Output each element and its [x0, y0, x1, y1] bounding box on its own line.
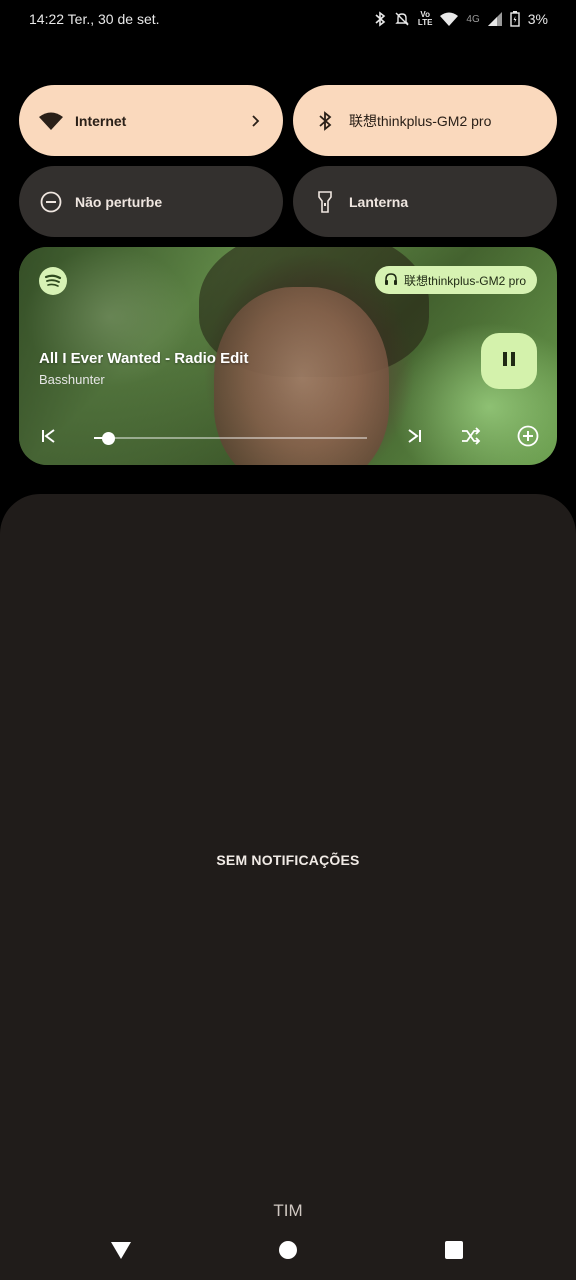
- seek-bar[interactable]: [101, 437, 367, 439]
- shuffle-icon: [461, 426, 481, 450]
- silent-bell-icon: [394, 11, 410, 27]
- wifi-icon: [39, 109, 63, 133]
- tile-flashlight-label: Lanterna: [349, 193, 409, 210]
- shuffle-button[interactable]: [459, 426, 483, 450]
- media-player-card[interactable]: 联想thinkplus-GM2 pro All I Ever Wanted - …: [19, 247, 557, 465]
- back-icon: [110, 1240, 132, 1265]
- carrier-label: TIM: [273, 1201, 303, 1220]
- wifi-icon: [440, 12, 459, 26]
- volte-bottom-label: LTE: [417, 18, 433, 27]
- next-button[interactable]: [403, 426, 427, 450]
- home-icon: [278, 1240, 298, 1265]
- tile-bluetooth-device[interactable]: 联想thinkplus-GM2 pro: [293, 85, 557, 156]
- home-button[interactable]: [276, 1240, 300, 1264]
- next-icon: [407, 428, 423, 449]
- battery-icon: [510, 11, 520, 27]
- pause-icon: [500, 350, 518, 373]
- previous-button[interactable]: [36, 426, 60, 450]
- do-not-disturb-icon: [39, 190, 63, 214]
- tile-dnd-label: Não perturbe: [75, 193, 163, 210]
- navigation-bar: [0, 1232, 576, 1272]
- tile-internet-label: Internet: [75, 112, 127, 129]
- track-artist: Basshunter: [39, 372, 105, 387]
- tile-flashlight[interactable]: Lanterna: [293, 166, 557, 237]
- seek-thumb[interactable]: [101, 432, 115, 445]
- back-button[interactable]: [109, 1240, 133, 1264]
- tile-do-not-disturb[interactable]: Não perturbe: [19, 166, 283, 237]
- bluetooth-icon: [313, 109, 337, 133]
- status-time-date: 14:22 Ter., 30 de set.: [29, 11, 160, 27]
- chevron-right-icon: [247, 113, 263, 129]
- notification-panel: SEM NOTIFICAÇÕES TIM: [0, 494, 576, 1280]
- output-device-label: 联想thinkplus-GM2 pro: [403, 273, 526, 288]
- add-icon: [517, 425, 539, 452]
- pause-button[interactable]: [481, 333, 537, 389]
- tile-internet[interactable]: Internet: [19, 85, 283, 156]
- empty-notifications-label: SEM NOTIFICAÇÕES: [216, 852, 360, 868]
- add-to-library-button[interactable]: [516, 425, 540, 452]
- network-type: 4G: [466, 13, 480, 25]
- signal-icon: [487, 12, 502, 26]
- previous-icon: [40, 428, 56, 449]
- flashlight-icon: [313, 190, 337, 214]
- status-bar: 14:22 Ter., 30 de set. Vo LTE 4G 3%: [0, 0, 576, 38]
- spotify-icon[interactable]: [39, 267, 67, 295]
- volte-icon: Vo LTE: [418, 11, 433, 27]
- headphones-icon: [384, 272, 398, 289]
- android-notification-shade: 14:22 Ter., 30 de set. Vo LTE 4G 3% Inte…: [0, 0, 576, 1280]
- battery-percent: 3%: [527, 11, 548, 27]
- tile-bluetooth-label: 联想thinkplus-GM2 pro: [349, 112, 492, 129]
- status-icons: Vo LTE 4G 3%: [374, 11, 548, 27]
- output-device-chip[interactable]: 联想thinkplus-GM2 pro: [374, 266, 537, 294]
- track-title: All I Ever Wanted - Radio Edit: [39, 350, 249, 367]
- recents-icon: [444, 1240, 464, 1265]
- recents-button[interactable]: [442, 1240, 466, 1264]
- bluetooth-icon: [374, 11, 386, 27]
